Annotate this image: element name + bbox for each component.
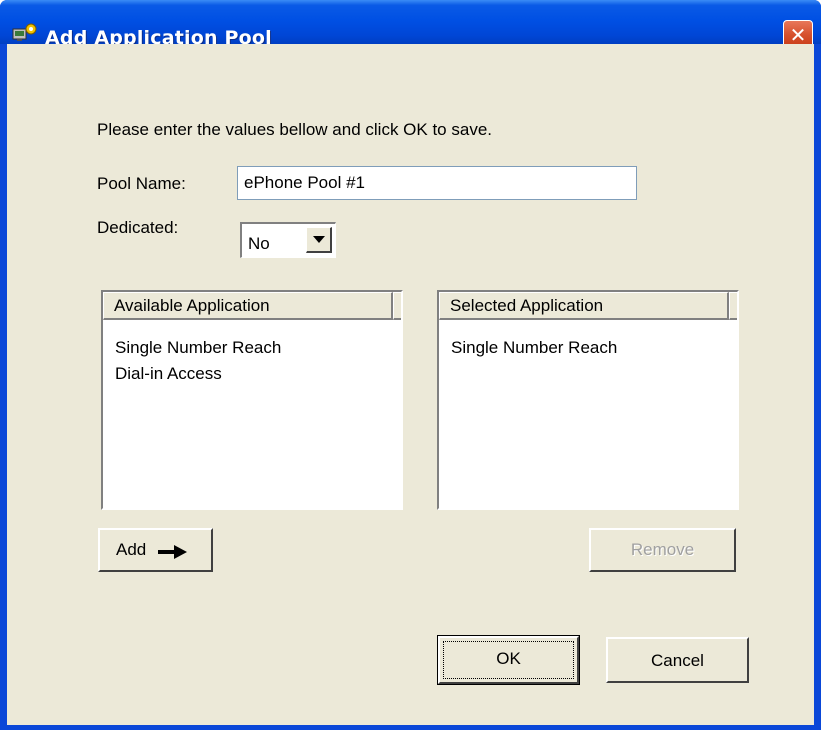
dedicated-select[interactable]: No [240,222,336,258]
ok-button[interactable]: OK [437,635,580,685]
title-bar[interactable]: Add Application Pool ✕ [0,0,821,50]
header-filler [393,292,401,320]
cancel-button-label: Cancel [651,651,704,670]
header-filler [729,292,737,320]
remove-button-label: Remove [630,540,695,559]
available-list-header[interactable]: Available Application [103,292,393,320]
dedicated-selected-value: No [248,234,270,253]
list-item[interactable]: Dial-in Access [103,364,222,390]
list-item[interactable]: Single Number Reach [439,338,617,364]
pool-name-input[interactable] [238,167,636,199]
list-item[interactable]: Single Number Reach [103,338,281,364]
pool-name-label: Pool Name: [97,174,186,193]
right-arrow-icon [158,545,187,559]
add-button[interactable]: Add [98,528,213,572]
selected-list-header[interactable]: Selected Application [439,292,729,320]
pool-name-field[interactable] [237,166,637,200]
dedicated-label: Dedicated: [97,218,179,237]
chevron-down-icon [313,236,325,243]
dialog-window: Add Application Pool ✕ Please enter the … [0,0,821,730]
dropdown-button[interactable] [306,227,332,253]
selected-applications-list[interactable]: Selected Application Single Number Reach [437,290,739,510]
instruction-text: Please enter the values bellow and click… [97,120,492,139]
remove-button[interactable]: Remove [589,528,736,572]
cancel-button[interactable]: Cancel [606,637,749,683]
ok-button-label: OK [496,649,521,668]
application-pool-icon [12,23,37,41]
add-button-label: Add [116,540,147,559]
available-applications-list[interactable]: Available Application Single Number Reac… [101,290,403,510]
